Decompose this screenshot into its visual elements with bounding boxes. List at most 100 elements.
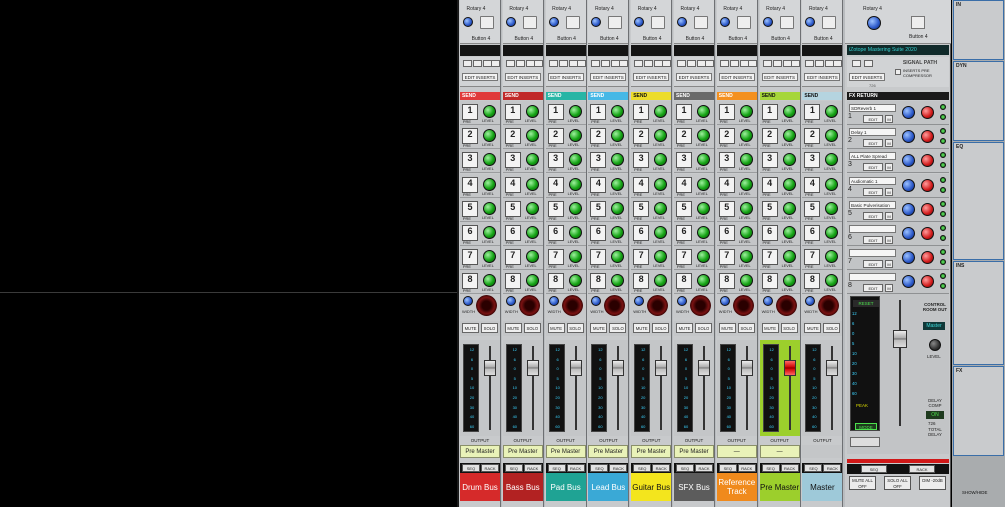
meter-mode-button[interactable]: MODE	[855, 423, 877, 430]
send-level-knob[interactable]	[654, 129, 668, 143]
rotary-knob[interactable]	[867, 16, 881, 30]
insert-icon[interactable]	[687, 60, 696, 67]
fx-name[interactable]	[849, 225, 896, 233]
send-number-button[interactable]: 6	[590, 225, 607, 241]
send-number-button[interactable]: 5	[547, 200, 564, 217]
button-4[interactable]	[565, 16, 580, 29]
panel-eq[interactable]: EQ	[953, 142, 1004, 260]
send-number-button[interactable]: 5	[676, 200, 692, 217]
output-selector[interactable]: Pre Master	[460, 445, 500, 458]
send-level-knob[interactable]	[739, 129, 753, 143]
fx-name[interactable]: Delay 1	[849, 128, 896, 137]
send-number-button[interactable]: 4	[804, 176, 821, 193]
fx-edit-button[interactable]: EDIT	[863, 163, 883, 172]
graph-icon[interactable]	[850, 437, 880, 447]
output-selector[interactable]: Pre Master	[588, 445, 629, 458]
send-number-button[interactable]: 7	[804, 249, 821, 266]
send-number-button[interactable]: 5	[462, 200, 478, 217]
send-number-button[interactable]: 2	[761, 128, 778, 145]
seq-button[interactable]: SEQ	[718, 464, 737, 472]
edit-inserts-button[interactable]: EDIT INSERTS	[804, 73, 841, 81]
insert-icon[interactable]	[473, 60, 482, 67]
send-level-knob[interactable]	[782, 177, 796, 191]
fx-mute-button[interactable]: M	[885, 236, 893, 244]
send-level-knob[interactable]	[654, 105, 668, 118]
send-level-knob[interactable]	[697, 105, 710, 118]
send-level-knob[interactable]	[568, 177, 582, 191]
send-level-knob[interactable]	[697, 153, 710, 167]
output-selector[interactable]: —	[716, 445, 757, 458]
output-selector[interactable]: Pre Master	[545, 445, 586, 458]
send-level-knob[interactable]	[825, 177, 839, 191]
send-level-knob[interactable]	[483, 129, 496, 143]
insert-icon[interactable]	[491, 60, 500, 67]
width-knob[interactable]	[548, 296, 559, 306]
pan-knob[interactable]	[647, 295, 669, 316]
edit-inserts-button[interactable]: EDIT INSERTS	[590, 73, 627, 81]
width-knob[interactable]	[805, 296, 816, 306]
fx-pan-knob[interactable]	[921, 106, 934, 119]
send-level-knob[interactable]	[654, 250, 668, 264]
send-level-knob[interactable]	[739, 274, 753, 288]
send-level-knob[interactable]	[568, 129, 582, 143]
fader-handle[interactable]	[569, 360, 582, 376]
send-number-button[interactable]: 3	[633, 152, 650, 169]
fx-name[interactable]	[849, 273, 896, 282]
send-level-knob[interactable]	[611, 129, 625, 143]
mute-button[interactable]: MUTE	[590, 323, 608, 333]
send-level-knob[interactable]	[697, 250, 710, 264]
fx-mute-button[interactable]: M	[885, 115, 893, 123]
rack-button[interactable]: RACK	[652, 464, 671, 472]
send-number-button[interactable]: 4	[676, 176, 692, 193]
send-level-knob[interactable]	[697, 201, 710, 215]
edit-inserts-button[interactable]: EDIT INSERTS	[761, 73, 798, 81]
send-number-button[interactable]: 1	[761, 104, 778, 120]
insert-icon[interactable]	[601, 60, 611, 67]
button-4[interactable]	[480, 16, 494, 29]
control-room-output[interactable]: Master	[923, 322, 945, 330]
insert-icon[interactable]	[558, 60, 568, 67]
insert-icon[interactable]	[790, 60, 800, 67]
send-number-button[interactable]: 7	[633, 249, 650, 266]
edit-inserts-button[interactable]: EDIT INSERTS	[504, 73, 541, 81]
fx-pan-knob[interactable]	[921, 154, 934, 168]
send-level-knob[interactable]	[654, 226, 668, 239]
send-number-button[interactable]: 1	[804, 104, 821, 120]
send-level-knob[interactable]	[525, 153, 539, 167]
send-level-knob[interactable]	[568, 226, 582, 239]
fx-level-knob[interactable]	[902, 202, 915, 216]
dim-button[interactable]: DIM -20dB	[919, 476, 946, 490]
rack-button[interactable]: RACK	[695, 464, 713, 472]
insert-icon[interactable]	[852, 60, 861, 67]
fx-level-knob[interactable]	[902, 130, 915, 144]
send-level-knob[interactable]	[825, 201, 839, 215]
rack-button[interactable]: RACK	[780, 464, 799, 472]
fader-handle[interactable]	[526, 360, 539, 376]
send-level-knob[interactable]	[654, 201, 668, 215]
send-level-knob[interactable]	[654, 177, 668, 191]
rotary-knob[interactable]	[805, 17, 816, 27]
fx-edit-button[interactable]: EDIT	[863, 139, 883, 148]
mute-button[interactable]: MUTE	[718, 323, 736, 333]
control-room-knob[interactable]	[929, 339, 941, 351]
send-level-knob[interactable]	[654, 274, 668, 288]
rotary-knob[interactable]	[463, 17, 473, 27]
send-number-button[interactable]: 4	[504, 176, 521, 193]
width-knob[interactable]	[677, 296, 687, 306]
seq-button[interactable]: SEQ	[761, 464, 780, 472]
send-level-knob[interactable]	[825, 105, 839, 118]
fx-name[interactable]	[849, 249, 896, 258]
solo-button[interactable]: SOLO	[481, 323, 498, 333]
send-number-button[interactable]: 8	[633, 273, 650, 290]
rack-button[interactable]: RACK	[523, 464, 542, 472]
send-number-button[interactable]: 7	[504, 249, 521, 266]
mute-button[interactable]: MUTE	[804, 323, 822, 333]
seq-button[interactable]: SEQ	[590, 464, 609, 472]
send-number-button[interactable]: 4	[761, 176, 778, 193]
send-number-button[interactable]: 2	[504, 128, 521, 145]
pan-knob[interactable]	[476, 295, 497, 316]
send-level-knob[interactable]	[568, 274, 582, 288]
send-number-button[interactable]: 7	[590, 249, 607, 266]
insert-icon[interactable]	[619, 60, 629, 67]
send-number-button[interactable]: 8	[718, 273, 735, 290]
